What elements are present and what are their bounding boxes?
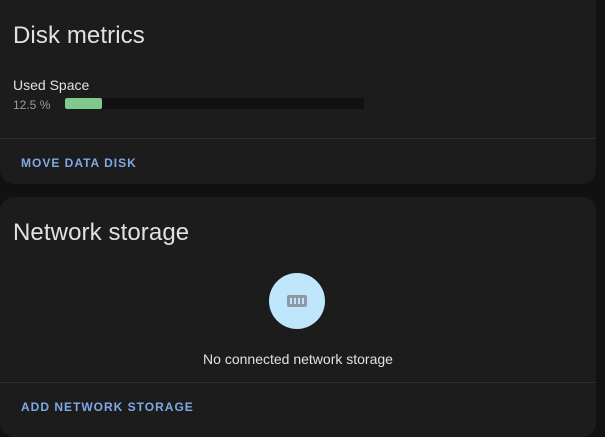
disk-metrics-title: Disk metrics — [13, 22, 145, 49]
nas-icon — [287, 295, 307, 307]
network-storage-card: Network storage No connected network sto… — [0, 197, 596, 437]
nas-icon-circle — [269, 273, 325, 329]
network-card-divider — [0, 382, 596, 383]
used-space-label: Used Space — [13, 77, 90, 93]
used-space-progress-fill — [65, 98, 103, 109]
disk-metrics-card: Disk metrics Used Space 12.5 % MOVE DATA… — [0, 0, 596, 184]
no-network-storage-message: No connected network storage — [203, 351, 393, 367]
move-data-disk-button[interactable]: MOVE DATA DISK — [21, 156, 137, 170]
add-network-storage-button[interactable]: ADD NETWORK STORAGE — [21, 400, 194, 414]
used-space-value: 12.5 % — [13, 98, 51, 112]
used-space-progress-bar — [65, 98, 364, 109]
disk-card-divider — [0, 138, 596, 139]
network-storage-title: Network storage — [13, 219, 190, 246]
